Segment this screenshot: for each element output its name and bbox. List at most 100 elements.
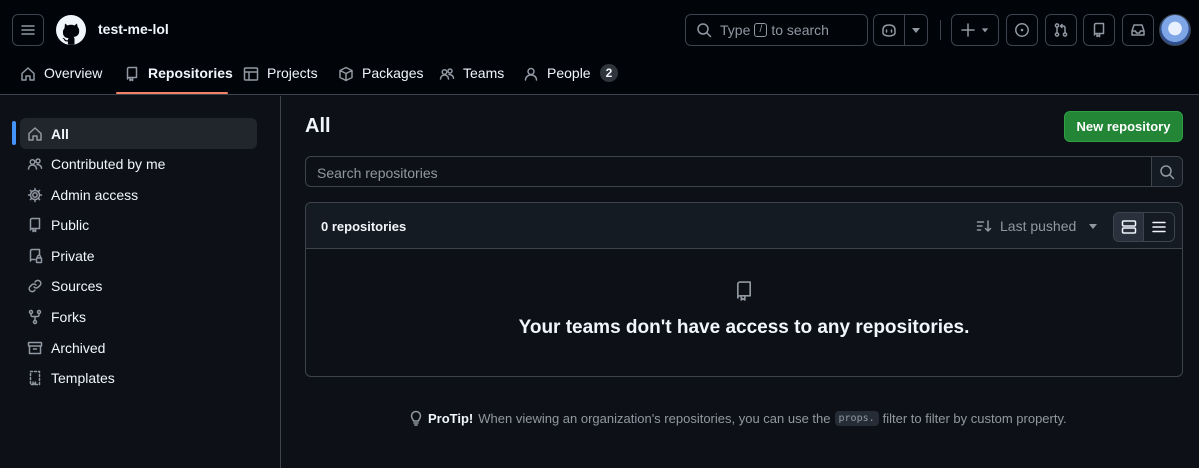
tab-packages[interactable]: Packages [338, 58, 423, 95]
protip-text-before: When viewing an organization's repositor… [478, 410, 831, 426]
hamburger-icon [21, 25, 35, 35]
sidebar-item-label: Contributed by me [51, 155, 166, 172]
new-repository-button[interactable]: New repository [1064, 111, 1183, 142]
view-toggle [1113, 212, 1175, 242]
create-new-button[interactable] [951, 14, 999, 46]
tab-teams[interactable]: Teams [439, 58, 504, 95]
search-icon [697, 23, 712, 38]
search-shortcut-key: / [754, 23, 768, 37]
fork-icon [28, 309, 42, 324]
tab-people-label: People [547, 65, 591, 81]
active-tab-underline [116, 92, 228, 94]
table-icon [243, 67, 259, 81]
sidebar-item-label: Admin access [51, 186, 139, 203]
page-title: All [305, 115, 331, 137]
repo-search-field[interactable]: Search repositories [305, 156, 1183, 187]
home-icon [21, 67, 35, 81]
sidebar-item-label: Sources [51, 277, 103, 294]
tab-overview-label: Overview [44, 65, 103, 81]
repo-icon [736, 281, 752, 301]
rows-icon [1121, 220, 1136, 234]
repo-list-header: 0 repositories Last pushed [306, 203, 1182, 249]
sidebar-item-all[interactable]: All [20, 118, 257, 149]
repo-search-placeholder: Search repositories [317, 165, 438, 181]
search-icon [1160, 164, 1175, 179]
sidebar-item-private[interactable]: Private [20, 240, 257, 271]
sidebar-item-admin[interactable]: Admin access [20, 179, 257, 210]
sort-desc-icon [976, 220, 992, 232]
repo-icon [1093, 22, 1105, 38]
sidebar-item-label: Public [51, 216, 90, 233]
people-count-badge: 2 [599, 64, 619, 82]
chevron-down-icon [1089, 224, 1098, 229]
people-icon [27, 157, 43, 170]
link-icon [28, 279, 42, 292]
sort-label: Last pushed [1000, 218, 1077, 234]
sort-dropdown[interactable]: Last pushed [976, 218, 1098, 234]
pull-request-icon [1054, 23, 1068, 37]
inbox-icon [1131, 24, 1145, 36]
menu-button[interactable] [12, 14, 44, 46]
sidebar-item-label: Templates [51, 369, 115, 386]
sidebar-item-label: Forks [51, 308, 86, 325]
home-icon [28, 126, 42, 141]
list-view-button[interactable] [1144, 213, 1174, 241]
protip-label: ProTip! [428, 410, 474, 426]
sidebar-item-sources[interactable]: Sources [20, 270, 257, 301]
notifications-button[interactable] [1122, 14, 1154, 46]
people-icon [439, 68, 455, 80]
search-prefix: Type [720, 22, 751, 38]
chevron-down-icon [981, 28, 989, 33]
pull-requests-button[interactable] [1045, 14, 1077, 46]
tab-teams-label: Teams [463, 65, 505, 81]
sidebar-item-label: Private [51, 247, 95, 264]
tab-projects[interactable]: Projects [243, 58, 318, 95]
repo-icon [29, 217, 41, 232]
template-icon [29, 370, 41, 385]
repo-count: 0 repositories [321, 219, 407, 234]
light-bulb-icon [410, 410, 422, 426]
list-icon [1152, 221, 1166, 233]
repo-list-panel: 0 repositories Last pushed Your teams do… [305, 202, 1183, 377]
plus-icon [961, 23, 975, 37]
sidebar-item-forks[interactable]: Forks [20, 301, 257, 332]
active-item-indicator [12, 121, 16, 145]
repo-search-button[interactable] [1151, 157, 1182, 186]
github-logo-icon[interactable] [55, 14, 87, 46]
tab-repositories[interactable]: Repositories [124, 58, 233, 95]
issues-button[interactable] [1006, 14, 1038, 46]
sidebar-item-templates[interactable]: Templates [20, 362, 257, 393]
sidebar-item-label: All [51, 125, 69, 142]
global-search-input[interactable]: Type / to search [685, 14, 868, 46]
sidebar-item-public[interactable]: Public [20, 209, 257, 240]
card-view-button[interactable] [1114, 213, 1145, 241]
tab-overview[interactable]: Overview [20, 58, 102, 95]
empty-state-message: Your teams don't have access to any repo… [518, 317, 970, 338]
copilot-icon [882, 24, 896, 37]
user-avatar[interactable] [1159, 14, 1191, 46]
sidebar-item-label: Archived [51, 339, 106, 356]
archive-icon [27, 341, 43, 354]
protip-text-after: filter to filter by custom property. [882, 410, 1067, 426]
tab-people[interactable]: People 2 [523, 58, 619, 95]
package-icon [339, 66, 353, 82]
chevron-down-icon[interactable] [911, 25, 921, 35]
repositories-button[interactable] [1083, 14, 1115, 46]
repo-filter-sidebar: All Contributed by me Admin access Publi… [0, 96, 281, 468]
sidebar-item-contributed[interactable]: Contributed by me [20, 148, 257, 179]
sidebar-item-archived[interactable]: Archived [20, 332, 257, 363]
protip-code: props. [834, 410, 879, 426]
issue-circle-icon [1015, 23, 1029, 37]
org-nav: Overview Repositories Projects Packages [0, 58, 700, 95]
copilot-button[interactable] [873, 14, 928, 46]
org-name[interactable]: test-me-lol [98, 21, 169, 37]
tab-packages-label: Packages [362, 65, 424, 81]
gear-icon [27, 187, 43, 202]
repo-icon [126, 66, 138, 82]
lock-repo-icon [29, 248, 43, 263]
protip: ProTip! When viewing an organization's r… [408, 410, 1067, 426]
global-header: test-me-lol Type / to search Overview Re… [0, 0, 1199, 95]
person-icon [524, 67, 538, 81]
tab-repositories-label: Repositories [148, 65, 233, 81]
search-suffix: to search [771, 22, 829, 38]
